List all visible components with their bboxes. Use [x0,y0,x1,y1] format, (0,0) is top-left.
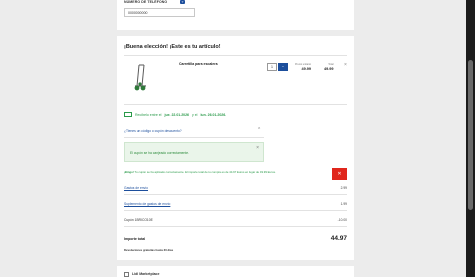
summary-shipping-row: Gastos de envío 2.99 [124,186,347,190]
marketplace-card: Lidl Marketplace [117,266,354,277]
promo-text: Tu cupón se ha aplicado correctamente. E… [134,170,276,174]
delivery-prefix: Recíbelo entre el [135,112,162,117]
shipping-label[interactable]: Gastos de envío [124,186,148,190]
store-icon [124,272,129,277]
close-icon[interactable]: ✕ [332,168,347,180]
summary-coupon-row: Cupón 1BRICO10E -10.00 [124,218,347,222]
scrollbar-thumb[interactable] [468,60,473,210]
line-total-value: 49.99 [324,67,334,71]
bulky-shipping-value: 1.99 [340,202,347,206]
total-value: 44.97 [330,235,347,242]
delivery-estimate: Recíbelo entre el jue. 22.01.2026 y el l… [124,112,226,117]
order-card: ¡Buena elección! ¡Este es tu artículo! C… [117,36,354,260]
unit-price-value: 49.99 [301,67,311,71]
phone-label: NÚMERO DE TELÉFONO [124,0,168,4]
product-name[interactable]: Carretilla para escalera [179,62,218,66]
unit-price-label: Precio unitario [295,63,311,66]
shipping-value: 2.99 [340,186,347,190]
delivery-date-to: lun. 26.01.2026. [200,112,227,117]
divider [124,226,347,227]
coupon-toggle-link[interactable]: ¿Tienes un código o cupón descuento? [124,129,182,133]
divider [124,194,347,195]
chevron-up-icon[interactable]: ⌃ [257,127,261,133]
coupon-value: -10.00 [337,218,347,222]
minus-icon[interactable]: − [278,63,288,71]
divider [124,104,347,105]
summary-total-row: Importe total 44.97 [124,235,347,242]
product-image[interactable] [131,62,153,92]
divider [124,55,347,56]
promo-bold: ¡Bingo! [124,170,134,174]
total-label: Importe total [124,237,146,241]
marketplace-title: Lidl Marketplace [132,272,160,276]
delivery-mid: y el [192,112,198,117]
delivery-date-from: jue. 22.01.2026 [164,112,189,117]
unit-price-block: Precio unitario 49.99 [295,63,311,71]
coupon-label: Cupón 1BRICO10E [124,218,153,222]
summary-bulky-row: Suplemento de gastos de envío 1.99 [124,202,347,206]
phone-input[interactable]: 0000000000 [124,8,195,17]
truck-icon [124,112,132,117]
coupon-success-message: El cupón se ha canjeado correctamente. [130,151,190,155]
line-total-label: Total [328,63,334,66]
scrollbar-track[interactable] [466,0,475,277]
line-total-block: Total 49.99 [324,63,334,71]
returns-note: Devoluciones gratuitas hasta 30 días [124,248,174,252]
section-title: ¡Buena elección! ¡Este es tu artículo! [124,44,221,50]
promo-message: ¡Bingo! Tu cupón se ha aplicado correcta… [124,170,329,174]
divider [124,137,264,138]
quantity-field[interactable]: 1 [267,63,277,71]
coupon-success-alert: El cupón se ha canjeado correctamente. × [124,142,264,162]
question-icon[interactable]: ? [180,0,185,4]
divider [124,210,347,211]
close-icon[interactable]: × [344,62,347,68]
contact-card: NÚMERO DE TELÉFONO ? 0000000000 [117,0,354,30]
bulky-shipping-label[interactable]: Suplemento de gastos de envío [124,202,170,206]
close-icon[interactable]: × [256,145,259,151]
